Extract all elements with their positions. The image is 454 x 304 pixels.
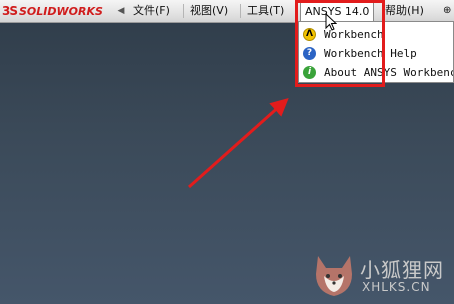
- fox-logo-icon: [316, 256, 352, 296]
- watermark-title: 小狐狸网: [360, 258, 444, 282]
- watermark-url: XHLKS.CN: [362, 280, 431, 294]
- watermark: 小狐狸网 XHLKS.CN: [310, 252, 454, 304]
